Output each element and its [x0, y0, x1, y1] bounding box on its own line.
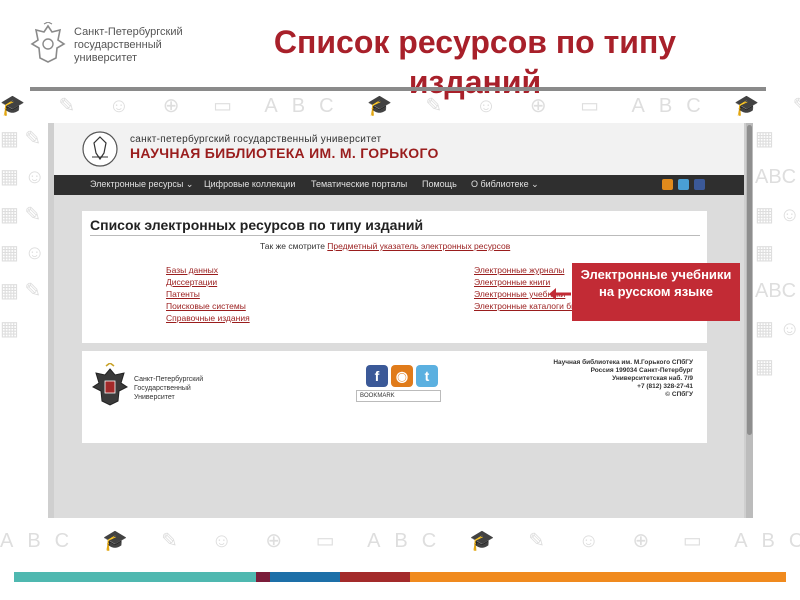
library-header: санкт-петербургский государственный унив… [54, 123, 744, 175]
facebook-icon[interactable]: f [366, 365, 388, 387]
library-crest-icon [82, 131, 118, 167]
link-databases[interactable]: Базы данных [166, 265, 218, 275]
link-electronic-books[interactable]: Электронные книги [474, 277, 550, 287]
title-divider [90, 235, 700, 236]
background-icon-pattern-bottom: ABC 🎓 ✎ ☺ ⊕ ▭ ABC 🎓 ✎ ☺ ⊕ ▭ ABC 🎓 ✎ [0, 530, 800, 552]
library-navbar: Электронные ресурсы ⌄ Цифровые коллекции… [54, 175, 744, 195]
footer-eagle-emblem-icon [92, 363, 128, 406]
link-dissertations[interactable]: Диссертации [166, 277, 217, 287]
nav-digital-collections[interactable]: Цифровые коллекции [204, 179, 295, 189]
stripe-maroon [256, 572, 270, 582]
stripe-blue [270, 572, 340, 582]
library-footer: Санкт-Петербургский Государственный Унив… [82, 351, 707, 443]
callout-box: Электронные учебники на русском языке [572, 263, 740, 321]
footer-university-name: Санкт-Петербургский Государственный Унив… [134, 375, 203, 402]
footer-univ-line-3: Университет [134, 394, 175, 401]
link-electronic-catalogs[interactable]: Электронные каталоги библ [474, 301, 585, 311]
page-scrollbar[interactable] [746, 123, 753, 518]
nav-electronic-resources[interactable]: Электронные ресурсы ⌄ [90, 179, 193, 190]
twitter-icon[interactable] [678, 179, 689, 190]
twitter-icon[interactable]: t [416, 365, 438, 387]
link-reference-editions[interactable]: Справочные издания [166, 313, 250, 323]
facebook-icon[interactable] [694, 179, 705, 190]
background-icon-pattern-right: ▦ ABC ▦ ☺ ▦ ABC ▦ ☺ ▦ [755, 128, 800, 378]
rss-icon[interactable] [662, 179, 673, 190]
footer-address-line-4: +7 (812) 328-27-41 [637, 383, 693, 390]
logo-line-3: университет [74, 52, 138, 64]
stripe-orange [410, 572, 786, 582]
footer-univ-line-1: Санкт-Петербургский [134, 376, 204, 383]
logo-text: Санкт-Петербургский государственный унив… [74, 26, 183, 65]
nav-thematic-portals[interactable]: Тематические порталы [311, 179, 407, 189]
footer-address-line-3: Университетская наб. 7/9 [612, 375, 693, 382]
subject-index-link[interactable]: Предметный указатель электронных ресурсо… [327, 241, 510, 251]
nav-help[interactable]: Помощь [422, 179, 457, 189]
library-name[interactable]: НАУЧНАЯ БИБЛИОТЕКА ИМ. М. ГОРЬКОГО [130, 145, 439, 161]
link-patents[interactable]: Патенты [166, 289, 200, 299]
logo-line-2: государственный [74, 39, 162, 51]
scrollbar-thumb[interactable] [747, 125, 752, 435]
stripe-teal [14, 572, 256, 582]
university-logo: Санкт-Петербургский государственный унив… [30, 22, 183, 66]
footer-address-line-5: © СПбГУ [665, 391, 693, 398]
see-also-text: Так же смотрите [260, 241, 325, 251]
double-eagle-emblem-icon [30, 22, 66, 63]
background-icon-pattern-left: ▦ ✎ ▦ ☺ ▦ ✎ ▦ ☺ ▦ ✎ ▦ [0, 128, 45, 340]
see-also-line: Так же смотрите Предметный указатель эле… [260, 241, 510, 251]
link-search-systems[interactable]: Поисковые системы [166, 301, 246, 311]
footer-address-line-1: Научная библиотека им. М.Горького СПбГУ [553, 359, 693, 366]
link-electronic-journals[interactable]: Электронные журналы [474, 265, 564, 275]
footer-address: Научная библиотека им. М.Горького СПбГУ … [553, 359, 693, 399]
stripe-red [340, 572, 410, 582]
footer-address-line-2: Россия 199034 Санкт-Петербург [590, 367, 693, 374]
resource-page-title: Список электронных ресурсов по типу изда… [90, 217, 424, 233]
callout-arrow-icon [549, 288, 571, 300]
nav-about-library[interactable]: О библиотеке ⌄ [471, 179, 539, 190]
bookmark-button[interactable]: BOOKMARK [356, 390, 441, 402]
logo-line-1: Санкт-Петербургский [74, 26, 183, 38]
footer-univ-line-2: Государственный [134, 385, 191, 392]
header-divider [30, 87, 766, 91]
rss-icon[interactable]: ◉ [391, 365, 413, 387]
library-university-name: санкт-петербургский государственный унив… [130, 134, 382, 145]
